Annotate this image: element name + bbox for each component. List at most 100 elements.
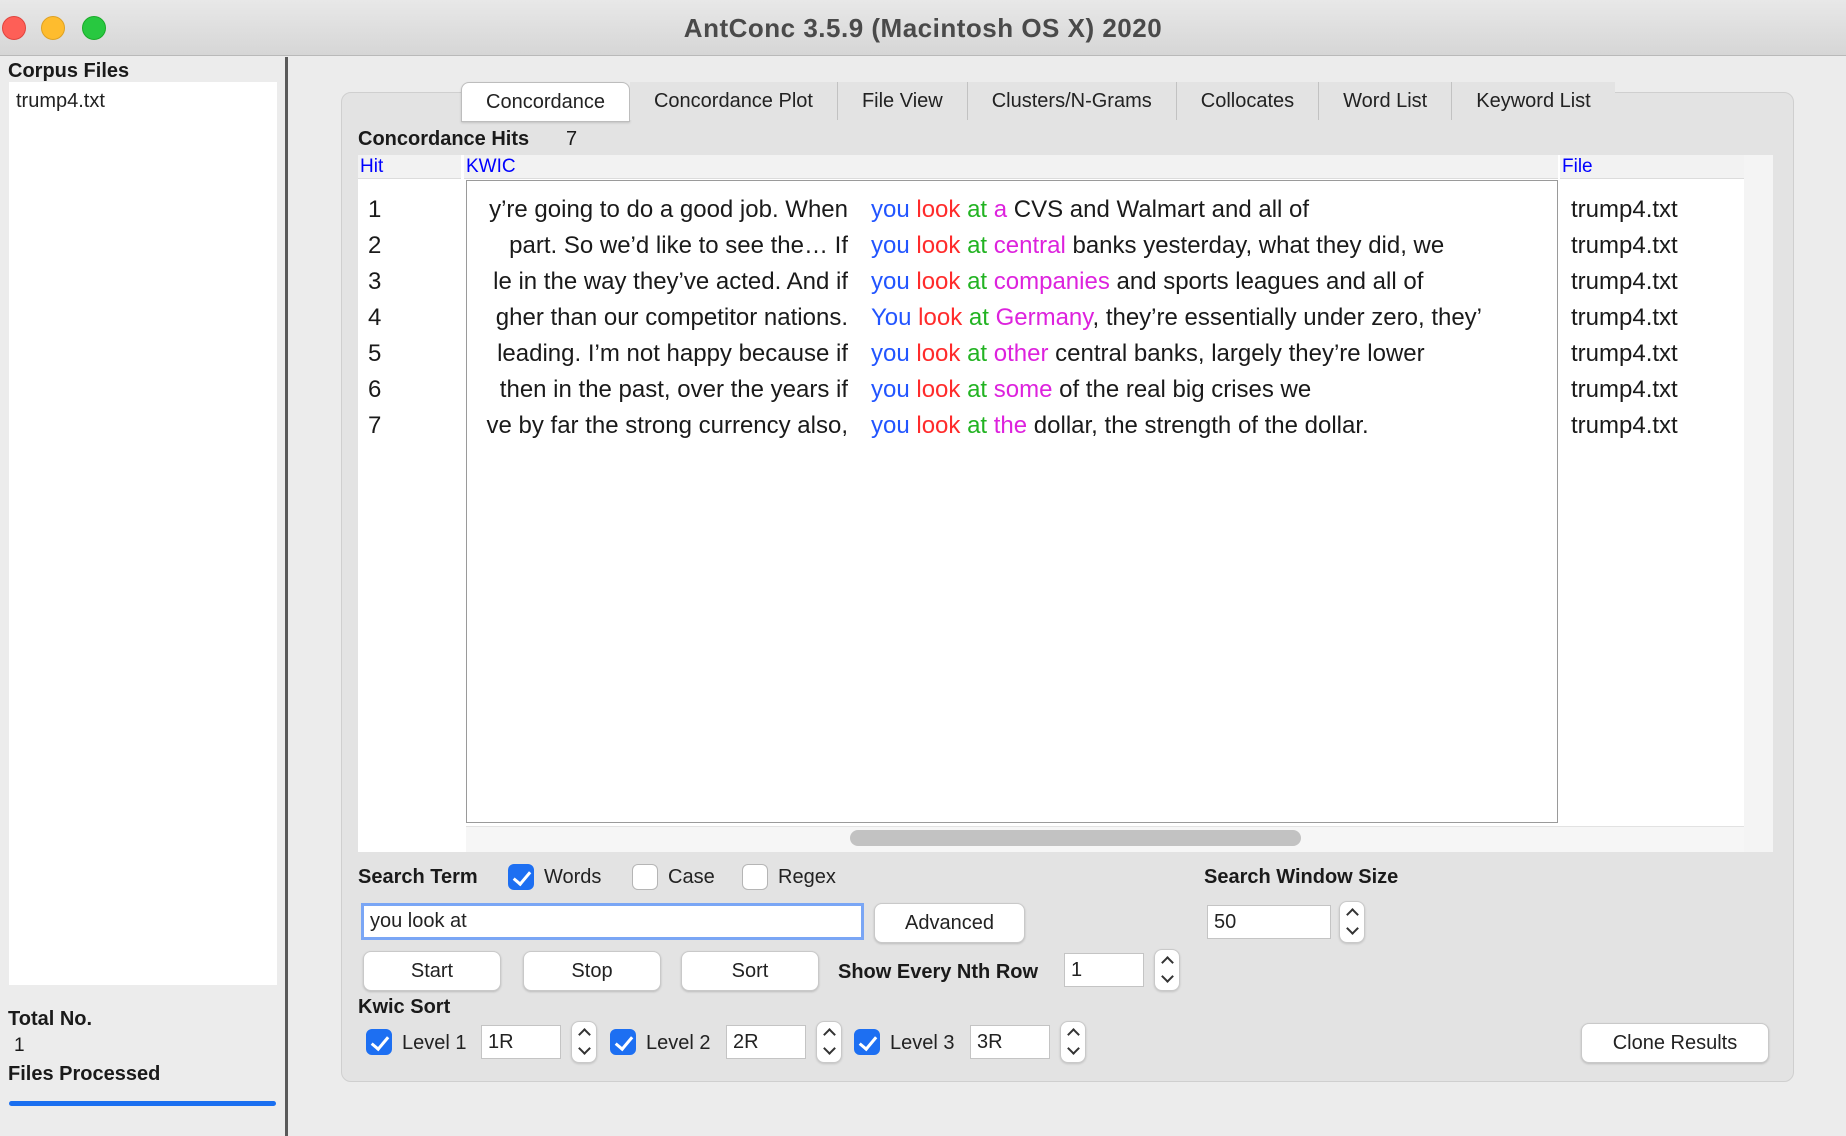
keyword-3: at (967, 376, 988, 403)
kwic-right-context[interactable]: You look at Germany, they’re essentially… (871, 300, 1541, 336)
file-cell[interactable]: trump4.txt (1571, 300, 1678, 336)
tab-collocates[interactable]: Collocates (1176, 82, 1320, 120)
kwic-right-context[interactable]: you look at some of the real big crises … (871, 372, 1541, 408)
level2-input[interactable]: 2R (726, 1025, 806, 1059)
words-checkbox[interactable] (508, 864, 534, 890)
tab-concordance[interactable]: Concordance (461, 82, 630, 122)
hit-number[interactable]: 7 (368, 408, 381, 444)
keyword-1: you (871, 376, 910, 403)
hit-number[interactable]: 1 (368, 192, 381, 228)
keyword-1: You (871, 304, 912, 331)
hit-number[interactable]: 3 (368, 264, 381, 300)
case-checkbox[interactable] (632, 864, 658, 890)
case-checkbox-label: Case (668, 866, 715, 888)
column-header-file[interactable]: File (1560, 155, 1744, 179)
file-cell[interactable]: trump4.txt (1571, 372, 1678, 408)
kwic-right-context[interactable]: you look at a CVS and Walmart and all of (871, 192, 1541, 228)
clone-results-button[interactable]: Clone Results (1581, 1023, 1769, 1063)
tab-clusters-ngrams[interactable]: Clusters/N-Grams (967, 82, 1177, 120)
keyword-3: at (968, 304, 989, 331)
search-window-size-stepper[interactable] (1339, 901, 1365, 943)
advanced-button[interactable]: Advanced (874, 903, 1025, 943)
kwic-left-context[interactable]: le in the way they’ve acted. And if (466, 264, 848, 300)
total-no-label: Total No. (8, 1008, 93, 1030)
chevron-up-icon (1346, 908, 1359, 921)
left-context-text: leading. I’m not happy because if (497, 340, 848, 367)
level3-input[interactable]: 3R (970, 1025, 1050, 1059)
file-cell[interactable]: trump4.txt (1571, 228, 1678, 264)
left-context-text: gher than our competitor nations. (495, 304, 848, 331)
hit-number-text: 3 (368, 268, 382, 295)
tab-keyword-list[interactable]: Keyword List (1452, 82, 1615, 120)
tab-concordance-plot[interactable]: Concordance Plot (629, 82, 838, 120)
level2-checkbox[interactable] (610, 1029, 636, 1055)
keyword-2: look (916, 412, 961, 439)
kwic-left-context[interactable]: leading. I’m not happy because if (466, 336, 848, 372)
file-name-text: trump4.txt (1571, 340, 1678, 367)
chevron-up-icon (578, 1028, 591, 1041)
file-name-text: trump4.txt (1571, 232, 1678, 259)
kwic-scrollbar-thumb[interactable] (850, 830, 1301, 846)
hit-number[interactable]: 6 (368, 372, 381, 408)
keyword-2: look (916, 268, 961, 295)
kwic-left-context[interactable]: then in the past, over the years if (466, 372, 848, 408)
level2-stepper[interactable] (816, 1021, 842, 1063)
regex-checkbox[interactable] (742, 864, 768, 890)
keyword-1: you (871, 196, 910, 223)
level1-input[interactable]: 1R (481, 1025, 561, 1059)
level1-stepper[interactable] (571, 1021, 597, 1063)
level3-stepper[interactable] (1060, 1021, 1086, 1063)
hit-number[interactable]: 4 (368, 300, 381, 336)
tab-word-list[interactable]: Word List (1319, 82, 1453, 120)
corpus-file-list[interactable]: trump4.txt (9, 82, 277, 985)
right-context-text: CVS and Walmart and all of (1007, 196, 1310, 223)
level3-label: Level 3 (890, 1032, 955, 1054)
start-button[interactable]: Start (363, 951, 501, 991)
file-cell[interactable]: trump4.txt (1571, 264, 1678, 300)
keyword-1: you (871, 340, 910, 367)
keyword-3: at (967, 340, 988, 367)
file-name-text: trump4.txt (1571, 412, 1678, 439)
nth-row-stepper[interactable] (1154, 949, 1180, 991)
kwic-left-context[interactable]: ve by far the strong currency also, (466, 408, 849, 444)
search-window-size-input[interactable]: 50 (1207, 905, 1331, 939)
kwic-right-context[interactable]: you look at central banks yesterday, wha… (871, 228, 1541, 264)
corpus-files-label: Corpus Files (8, 60, 130, 82)
column-header-kwic[interactable]: KWIC (464, 155, 1558, 179)
kwic-right-context[interactable]: you look at the dollar, the strength of … (871, 408, 1541, 444)
kwic-left-context[interactable]: y’re going to do a good job. When (466, 192, 848, 228)
left-context-text: then in the past, over the years if (499, 376, 848, 403)
kwic-right-context[interactable]: you look at companies and sports leagues… (871, 264, 1541, 300)
tab-file-view[interactable]: File View (837, 82, 968, 120)
nth-row-input[interactable]: 1 (1064, 953, 1144, 987)
right-context-text: banks yesterday, what they did, we (1065, 232, 1445, 259)
stop-button[interactable]: Stop (523, 951, 661, 991)
search-term-input[interactable]: you look at (361, 903, 864, 940)
keyword-1: you (871, 268, 910, 295)
collocate-1r: central (993, 232, 1066, 259)
collocate-1r: the (993, 412, 1028, 439)
kwic-right-context[interactable]: you look at other central banks, largely… (871, 336, 1541, 372)
hit-number[interactable]: 2 (368, 228, 381, 264)
concordance-hits-count: 7 (566, 128, 578, 150)
hit-number-text: 6 (368, 376, 382, 403)
file-cell[interactable]: trump4.txt (1571, 336, 1678, 372)
keyword-3: at (967, 232, 988, 259)
tool-tabs: Concordance Concordance Plot File View C… (461, 82, 1615, 122)
kwic-left-context[interactable]: part. So we’d like to see the… If (466, 228, 848, 264)
level3-checkbox[interactable] (854, 1029, 880, 1055)
file-cell[interactable]: trump4.txt (1571, 192, 1678, 228)
corpus-file-item[interactable]: trump4.txt (16, 90, 105, 113)
column-header-hit[interactable]: Hit (358, 155, 461, 179)
kwic-left-context[interactable]: gher than our competitor nations. (466, 300, 848, 336)
hit-number-text: 5 (368, 340, 382, 367)
level1-checkbox[interactable] (366, 1029, 392, 1055)
sort-button[interactable]: Sort (681, 951, 819, 991)
hit-number[interactable]: 5 (368, 336, 381, 372)
regex-checkbox-label: Regex (778, 866, 836, 888)
chevron-down-icon (1161, 970, 1174, 983)
keyword-3: at (967, 196, 988, 223)
left-context-text: y’re going to do a good job. When (489, 196, 848, 223)
keyword-1: you (871, 232, 910, 259)
file-cell[interactable]: trump4.txt (1571, 408, 1678, 444)
